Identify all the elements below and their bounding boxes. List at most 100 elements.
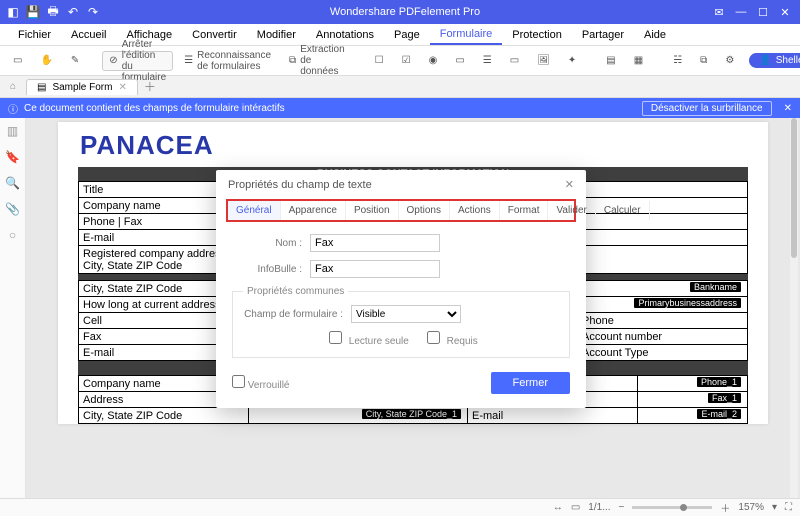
tooltip-label: InfoBulle : [232,264,302,275]
distribute-icon[interactable]: ▦ [627,51,650,71]
formfield-label: Champ de formulaire : [243,309,343,320]
field-image-icon[interactable]: 🖼 [530,51,557,71]
field-signature-icon[interactable]: ✦ [561,51,583,71]
document-tab[interactable]: ▤ Sample Form ✕ [26,79,138,95]
field-combo-icon[interactable]: ▭ [448,51,471,71]
new-tab-icon[interactable]: ＋ [144,78,156,95]
field-rphone[interactable]: Phone_1 [697,377,741,387]
zoom-in-icon[interactable]: ＋ [720,500,730,515]
field-remail[interactable]: E-mail_2 [697,409,741,419]
zoom-dropdown-icon[interactable]: ▾ [772,502,777,513]
menu-fichier[interactable]: Fichier [8,24,61,45]
stop-form-edit-button[interactable]: ⊘ Arrêter l'édition du formulaire [102,51,173,71]
field-bankname[interactable]: Bankname [690,282,741,292]
mail-icon[interactable]: ✉ [710,5,728,19]
app-icon: ◧ [6,5,20,19]
dialog-close-icon[interactable]: ✕ [565,178,574,191]
bookmarks-icon[interactable]: 🔖 [5,150,20,164]
info-close-icon[interactable]: ✕ [784,103,792,114]
readonly-checkbox[interactable]: Lecture seule [329,331,409,347]
print-icon[interactable]: 🖶 [46,5,60,19]
left-sidebar: ▥ 🔖 🔍 📎 ○ [0,118,26,498]
close-tab-icon[interactable]: ✕ [118,82,126,93]
maximize-icon[interactable]: ☐ [754,5,772,19]
dialog-tabs-highlight: Général Apparence Position Options Actio… [226,199,576,222]
save-icon[interactable]: 💾 [26,5,40,19]
locked-checkbox[interactable]: Verrouillé [232,375,289,391]
undo-icon[interactable]: ↶ [66,5,80,19]
brand-heading: PANACEA [78,128,748,167]
app-title: Wondershare PDFelement Pro [100,6,710,18]
properties-icon[interactable]: ⚙ [718,51,741,71]
common-props-legend: Propriétés communes [243,286,348,297]
tooltip-input[interactable] [310,260,440,278]
row-phone: Phone [578,313,748,329]
vertical-scrollbar[interactable] [790,118,798,498]
form-recognition-button[interactable]: ☰ Reconnaissance de formulaires [177,51,278,71]
menu-protection[interactable]: Protection [502,24,572,45]
tab-options[interactable]: Options [399,201,450,220]
field-pba[interactable]: Primarybusinessaddress [634,298,741,308]
menu-aide[interactable]: Aide [634,24,676,45]
field-csz1[interactable]: City, State ZIP Code_1 [362,409,461,419]
thumbnails-icon[interactable]: ▥ [7,124,18,138]
attachments-icon[interactable]: 📎 [5,202,20,216]
scrollbar-thumb[interactable] [791,118,797,258]
field-text-icon[interactable]: ☐ [368,51,391,71]
comments-icon[interactable]: ○ [9,228,16,242]
zoom-value: 157% [738,502,764,513]
close-icon[interactable]: ✕ [776,5,794,19]
zoom-slider[interactable] [632,506,712,509]
field-radio-icon[interactable]: ◉ [422,51,445,71]
zoom-out-icon[interactable]: − [619,502,625,513]
name-label: Nom : [232,238,302,249]
tab-general[interactable]: Général [228,201,281,220]
tab-position[interactable]: Position [346,201,399,220]
form-info-bar: ⓘ Ce document contient des champs de for… [0,98,800,118]
tab-appearance[interactable]: Apparence [281,201,346,220]
formfield-select[interactable]: Visible [351,305,461,323]
select-tool-icon[interactable]: ▭ [6,51,29,71]
tab-calculate[interactable]: Calculer [596,201,650,220]
template-icon[interactable]: ⧉ [693,51,714,71]
home-tab-icon[interactable]: ⌂ [4,78,22,96]
field-checkbox-icon[interactable]: ☑ [395,51,418,71]
fit-page-icon[interactable]: ▭ [571,502,580,513]
info-icon: ⓘ [8,101,18,116]
redo-icon[interactable]: ↷ [86,5,100,19]
field-list-icon[interactable]: ☰ [476,51,499,71]
data-extraction-button[interactable]: ⧉ Extraction de données [282,51,352,71]
align-icon[interactable]: ▤ [599,51,622,71]
menu-accueil[interactable]: Accueil [61,24,116,45]
doc-icon: ▤ [37,82,46,93]
menu-formulaire[interactable]: Formulaire [430,24,503,45]
field-button-icon[interactable]: ▭ [503,51,526,71]
name-input[interactable] [310,234,440,252]
fit-width-icon[interactable]: ↔ [553,502,563,513]
row-csz2: City, State ZIP Code [79,408,249,424]
row-remail: E-mail [468,408,638,424]
menu-annotations[interactable]: Annotations [306,24,384,45]
menu-modifier[interactable]: Modifier [247,24,306,45]
doc-tab-label: Sample Form [52,82,112,93]
menu-page[interactable]: Page [384,24,430,45]
tab-actions[interactable]: Actions [450,201,500,220]
tab-validate[interactable]: Valider [548,201,595,220]
fullscreen-icon[interactable]: ⛶ [785,502,792,513]
statusbar: ↔ ▭ 1/1... − ＋ 157% ▾ ⛶ [0,498,800,516]
common-props-group: Propriétés communes Champ de formulaire … [232,286,570,358]
info-message: Ce document contient des champs de formu… [24,103,285,114]
disable-highlight-button[interactable]: Désactiver la surbrillance [642,101,772,116]
user-avatar[interactable]: 👤 Shelley [749,53,800,68]
close-button[interactable]: Fermer [491,372,570,394]
tab-format[interactable]: Format [500,201,549,220]
required-checkbox[interactable]: Requis [427,331,478,347]
field-rfax[interactable]: Fax_1 [708,393,741,403]
hand-tool-icon[interactable]: ✋ [33,51,59,71]
search-panel-icon[interactable]: 🔍 [5,176,20,190]
more-tools-icon[interactable]: ☵ [666,51,689,71]
menu-partager[interactable]: Partager [572,24,634,45]
minimize-icon[interactable]: ― [732,5,750,19]
menu-convertir[interactable]: Convertir [182,24,247,45]
edit-tool-icon[interactable]: ✎ [64,51,86,71]
